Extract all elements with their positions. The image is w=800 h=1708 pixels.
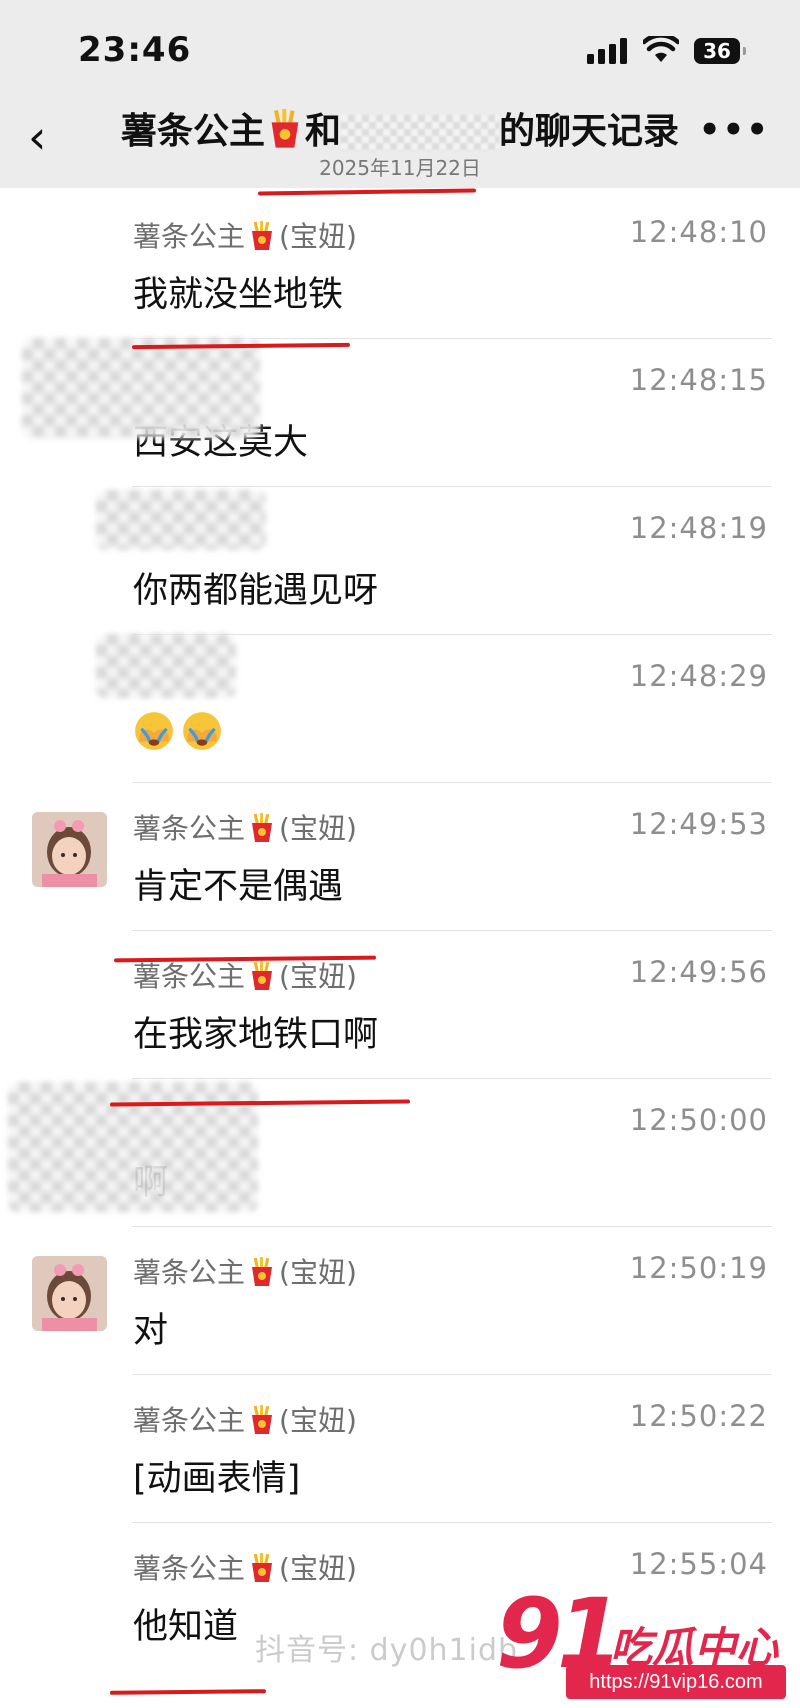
message-time: 12:50:00 [629, 1103, 768, 1137]
message-time: 12:55:04 [629, 1547, 768, 1581]
french-fries-icon [252, 813, 273, 842]
sender-nickname: 薯条公主 [133, 1552, 246, 1585]
sender-nickname: 薯条公主 [133, 220, 246, 253]
chat-date: 2025年11月22日 [319, 156, 481, 180]
message-text: 他知道 [133, 1607, 239, 1647]
avatar-image [32, 1256, 107, 1331]
message-time: 12:48:15 [629, 363, 768, 397]
message-divider [132, 1522, 772, 1523]
message-row[interactable]: 薯条公主 (宝妞) 12:49:56 在我家地铁口啊 [0, 930, 800, 1078]
facepalm-crying-emoji [135, 712, 173, 750]
cellular-signal-icon [587, 38, 629, 64]
message-text: 你两都能遇见呀 [133, 571, 379, 611]
french-fries-icon [252, 221, 273, 250]
more-icon[interactable]: ••• [699, 110, 770, 150]
sender-remark: (宝妞) [279, 960, 357, 993]
message-divider [132, 1078, 772, 1079]
message-divider [132, 930, 772, 931]
french-fries-icon [271, 109, 299, 148]
nav-bar: ‹ 薯条公主 和的聊天记录 2025年11月22日 ••• [0, 100, 800, 188]
sender-remark: (宝妞) [279, 812, 357, 845]
message-divider [132, 782, 772, 783]
sender-nickname: 薯条公主 [133, 960, 246, 993]
redacted-name [341, 115, 499, 151]
status-bar: 23:46 36 [0, 0, 800, 100]
message-row[interactable]: 薯条公主 (宝妞) 12:50:22 [动画表情] [0, 1374, 800, 1522]
redacted-sender [96, 634, 236, 698]
message-text: 我就没坐地铁 [133, 275, 344, 315]
sender-name: 薯条公主 (宝妞) [133, 807, 357, 847]
message-divider [132, 1226, 772, 1227]
sender-name: 薯条公主 (宝妞) [133, 1251, 357, 1291]
message-time: 12:50:19 [629, 1251, 768, 1285]
message-time: 12:48:19 [629, 511, 768, 545]
avatar-image [32, 812, 107, 887]
message-time: 12:49:56 [629, 955, 768, 989]
sender-remark: (宝妞) [279, 1552, 357, 1585]
sender-remark: (宝妞) [279, 1404, 357, 1437]
french-fries-icon [252, 1405, 273, 1434]
redacted-sender [22, 338, 260, 438]
sender-nickname: 薯条公主 [133, 812, 246, 845]
message-time: 12:50:22 [629, 1399, 768, 1433]
message-time: 12:49:53 [629, 807, 768, 841]
message-time: 12:48:10 [629, 215, 768, 249]
red-underline [109, 1689, 267, 1695]
redacted-sender [96, 490, 266, 550]
message-text: 肯定不是偶遇 [133, 867, 344, 907]
sender-nickname: 薯条公主 [133, 1404, 246, 1437]
sender-nickname: 薯条公主 [133, 1256, 246, 1289]
message-text: 在我家地铁口啊 [133, 1015, 379, 1055]
status-time: 23:46 [78, 30, 192, 70]
french-fries-icon [252, 1553, 273, 1582]
french-fries-icon [252, 1257, 273, 1286]
logo-url: https://91vip16.com [566, 1665, 786, 1699]
sender-name: 薯条公主 (宝妞) [133, 215, 357, 255]
battery-icon: 36 [694, 38, 746, 64]
message-emoji [133, 710, 229, 752]
sender-remark: (宝妞) [279, 220, 357, 253]
message-text: 对 [133, 1311, 169, 1351]
message-row[interactable]: 薯条公主 (宝妞) 12:49:53 肯定不是偶遇 [0, 782, 800, 930]
avatar[interactable] [32, 812, 107, 887]
french-fries-icon [252, 961, 273, 990]
sender-name: 薯条公主 (宝妞) [133, 1399, 357, 1439]
avatar[interactable] [32, 1256, 107, 1331]
wifi-icon [643, 36, 679, 62]
message-divider [132, 486, 772, 487]
message-text: [动画表情] [133, 1459, 301, 1499]
sender-name: 薯条公主 (宝妞) [133, 1547, 357, 1587]
message-time: 12:48:29 [629, 659, 768, 693]
sender-remark: (宝妞) [279, 1256, 357, 1289]
message-row[interactable]: 薯条公主 (宝妞) 12:50:19 对 [0, 1226, 800, 1374]
page-title: 薯条公主 和的聊天记录 [120, 109, 680, 152]
message-row[interactable]: 薯条公主 (宝妞) 12:48:10 我就没坐地铁 [0, 190, 800, 338]
facepalm-crying-emoji [183, 712, 221, 750]
watermark-text: 抖音号: dy0h1idb [255, 1633, 519, 1668]
message-divider [132, 1374, 772, 1375]
